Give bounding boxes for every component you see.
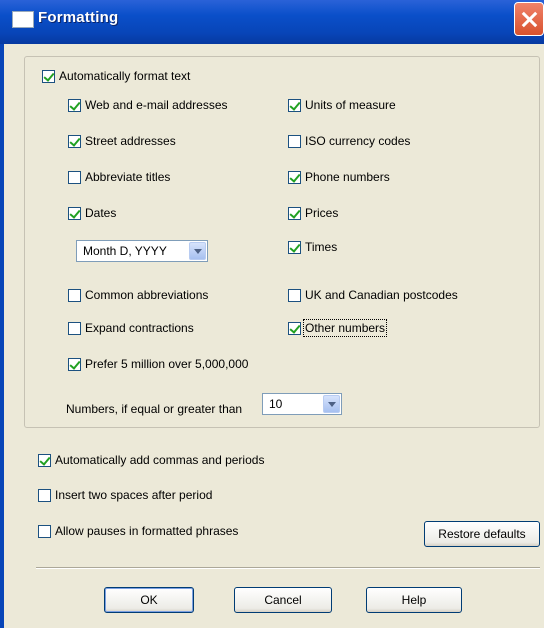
expand-contractions-checkbox[interactable]: Expand contractions — [68, 321, 194, 335]
window-icon — [12, 11, 34, 28]
checkbox-box — [42, 69, 55, 83]
checkbox-box — [288, 321, 301, 335]
checkbox-box — [288, 240, 301, 254]
checkbox-box — [288, 98, 301, 112]
abbreviate-titles-label: Abbreviate titles — [85, 170, 171, 184]
add-commas-label: Automatically add commas and periods — [55, 453, 265, 467]
checkbox-box — [68, 170, 81, 184]
allow-pauses-checkbox[interactable]: Allow pauses in formatted phrases — [38, 524, 238, 538]
web-email-checkbox[interactable]: Web and e-mail addresses — [68, 98, 228, 112]
street-addresses-label: Street addresses — [85, 134, 176, 148]
chevron-down-icon[interactable] — [323, 395, 340, 413]
checkbox-box — [38, 524, 51, 538]
checkbox-box — [68, 134, 81, 148]
units-of-measure-label: Units of measure — [305, 98, 396, 112]
checkbox-box — [288, 288, 301, 302]
date-format-select[interactable]: Month D, YYYY — [76, 240, 208, 262]
checkbox-box — [38, 488, 51, 502]
numbers-threshold-select[interactable]: 10 — [262, 393, 342, 415]
auto-format-label: Automatically format text — [59, 69, 191, 83]
checkbox-box — [288, 206, 301, 220]
checkbox-box — [288, 134, 301, 148]
title-bar[interactable]: Formatting — [0, 0, 544, 44]
ok-button[interactable]: OK — [104, 587, 194, 613]
checkbox-box — [68, 357, 81, 371]
prefer-million-checkbox[interactable]: Prefer 5 million over 5,000,000 — [68, 357, 248, 371]
dates-checkbox[interactable]: Dates — [68, 206, 116, 220]
auto-format-checkbox[interactable]: Automatically format text — [42, 69, 190, 83]
abbreviate-titles-checkbox[interactable]: Abbreviate titles — [68, 170, 170, 184]
checkbox-box — [68, 98, 81, 112]
dates-label: Dates — [85, 206, 117, 220]
units-of-measure-checkbox[interactable]: Units of measure — [288, 98, 396, 112]
common-abbreviations-checkbox[interactable]: Common abbreviations — [68, 288, 208, 302]
checkbox-box — [288, 170, 301, 184]
other-numbers-checkbox[interactable]: Other numbers — [288, 319, 388, 337]
phone-numbers-checkbox[interactable]: Phone numbers — [288, 170, 390, 184]
checkbox-box — [68, 321, 81, 335]
uk-canadian-postcodes-checkbox[interactable]: UK and Canadian postcodes — [288, 288, 458, 302]
window-title: Formatting — [38, 9, 119, 26]
numbers-threshold-value: 10 — [269, 397, 283, 411]
times-checkbox[interactable]: Times — [288, 240, 337, 254]
prefer-million-label: Prefer 5 million over 5,000,000 — [85, 357, 249, 371]
restore-defaults-button[interactable]: Restore defaults — [424, 521, 540, 547]
expand-contractions-label: Expand contractions — [85, 321, 194, 335]
checkbox-box — [68, 206, 81, 220]
web-email-label: Web and e-mail addresses — [85, 98, 228, 112]
two-spaces-checkbox[interactable]: Insert two spaces after period — [38, 488, 212, 502]
date-format-value: Month D, YYYY — [83, 244, 167, 258]
iso-currency-checkbox[interactable]: ISO currency codes — [288, 134, 410, 148]
numbers-threshold-label: Numbers, if equal or greater than — [66, 402, 243, 416]
other-numbers-label: Other numbers — [302, 319, 388, 337]
phone-numbers-label: Phone numbers — [305, 170, 390, 184]
uk-canadian-postcodes-label: UK and Canadian postcodes — [305, 288, 458, 302]
prices-checkbox[interactable]: Prices — [288, 206, 338, 220]
window-border — [0, 44, 4, 628]
prices-label: Prices — [305, 206, 339, 220]
chevron-down-icon[interactable] — [189, 242, 206, 260]
checkbox-box — [68, 288, 81, 302]
cancel-button[interactable]: Cancel — [234, 587, 332, 613]
iso-currency-label: ISO currency codes — [305, 134, 411, 148]
allow-pauses-label: Allow pauses in formatted phrases — [55, 524, 239, 538]
times-label: Times — [305, 240, 338, 254]
separator — [36, 567, 540, 569]
checkbox-box — [38, 453, 51, 467]
help-button[interactable]: Help — [366, 587, 462, 613]
two-spaces-label: Insert two spaces after period — [55, 488, 213, 502]
close-button[interactable] — [514, 2, 544, 36]
common-abbreviations-label: Common abbreviations — [85, 288, 209, 302]
add-commas-checkbox[interactable]: Automatically add commas and periods — [38, 453, 264, 467]
street-addresses-checkbox[interactable]: Street addresses — [68, 134, 176, 148]
